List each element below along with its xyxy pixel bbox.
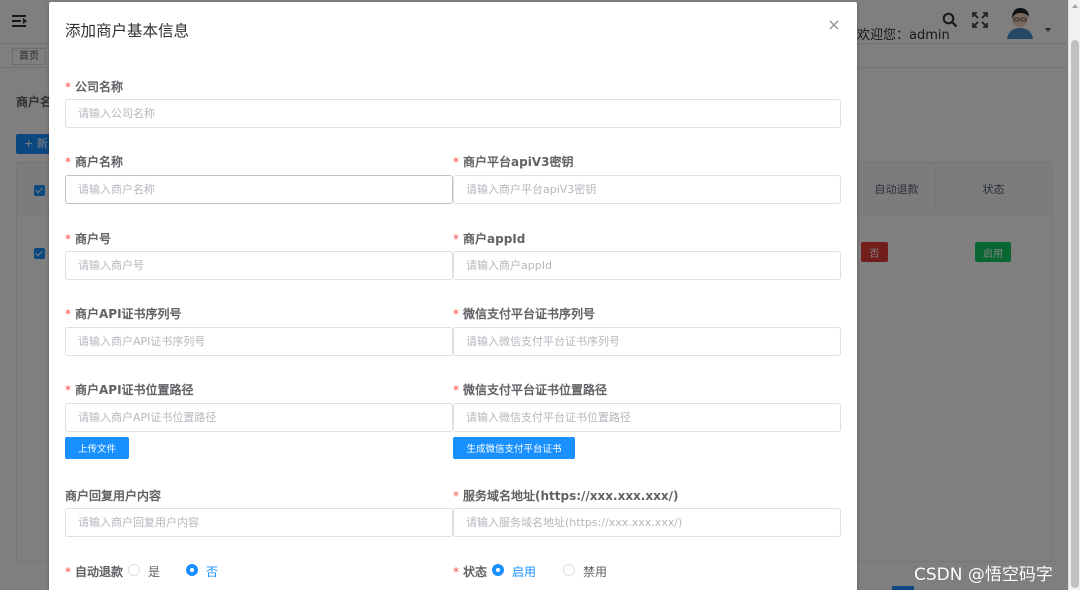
apiv3-key-input[interactable] [453, 175, 841, 204]
watermark: CSDN @悟空码字 [914, 565, 1053, 585]
label-wx-cert-path: * 微信支付平台证书位置路径 [453, 383, 608, 397]
dialog-title: 添加商户基本信息 [65, 22, 190, 40]
merchant-name-input[interactable] [65, 175, 453, 204]
auto-refund-no-label[interactable]: 否 [206, 563, 218, 580]
auto-refund-no-radio[interactable] [186, 564, 198, 576]
status-disabled-label[interactable]: 禁用 [583, 563, 607, 580]
scroll-thumb[interactable] [1071, 40, 1079, 588]
auto-refund-yes-label[interactable]: 是 [148, 563, 160, 580]
appid-input[interactable] [453, 251, 841, 280]
reply-content-input[interactable] [65, 508, 453, 537]
auto-refund-yes-radio[interactable] [128, 564, 140, 576]
api-cert-path-input[interactable] [65, 403, 453, 432]
label-status: * 状态 [453, 565, 488, 579]
label-apiv3-key: * 商户平台apiV3密钥 [453, 155, 574, 169]
label-api-cert-serial: * 商户API证书序列号 [65, 307, 182, 321]
wx-cert-path-input[interactable] [453, 403, 841, 432]
label-api-cert-path: * 商户API证书位置路径 [65, 383, 194, 397]
page-scrollbar[interactable] [1068, 0, 1080, 590]
domain-input[interactable] [453, 508, 841, 537]
label-reply-content: 商户回复用户内容 [65, 489, 162, 503]
add-merchant-dialog: 添加商户基本信息 × *公司名称 *商户名称 *商户平台apiV3密钥 *商户号… [49, 2, 857, 590]
upload-file-button[interactable]: 上传文件 [65, 437, 129, 459]
label-domain: * 服务域名地址(https://xxx.xxx.xxx/) [453, 489, 679, 503]
generate-wx-cert-button[interactable]: 生成微信支付平台证书 [453, 437, 575, 459]
label-merchant-name: * 商户名称 [65, 155, 124, 169]
wx-cert-serial-input[interactable] [453, 327, 841, 356]
status-enabled-radio[interactable] [492, 564, 504, 576]
api-cert-serial-input[interactable] [65, 327, 453, 356]
label-wx-cert-serial: * 微信支付平台证书序列号 [453, 307, 596, 321]
label-appid: * 商户appId [453, 232, 526, 246]
scroll-up-arrow-icon[interactable] [1072, 4, 1078, 8]
label-company: * 公司名称 [65, 80, 124, 94]
merchant-no-input[interactable] [65, 251, 453, 280]
company-name-input[interactable] [65, 99, 841, 128]
status-disabled-radio[interactable] [563, 564, 575, 576]
label-merchant-no: * 商户号 [65, 232, 112, 246]
label-auto-refund: * 自动退款 [65, 565, 124, 579]
status-enabled-label[interactable]: 启用 [512, 563, 536, 580]
close-icon[interactable]: × [827, 17, 841, 33]
